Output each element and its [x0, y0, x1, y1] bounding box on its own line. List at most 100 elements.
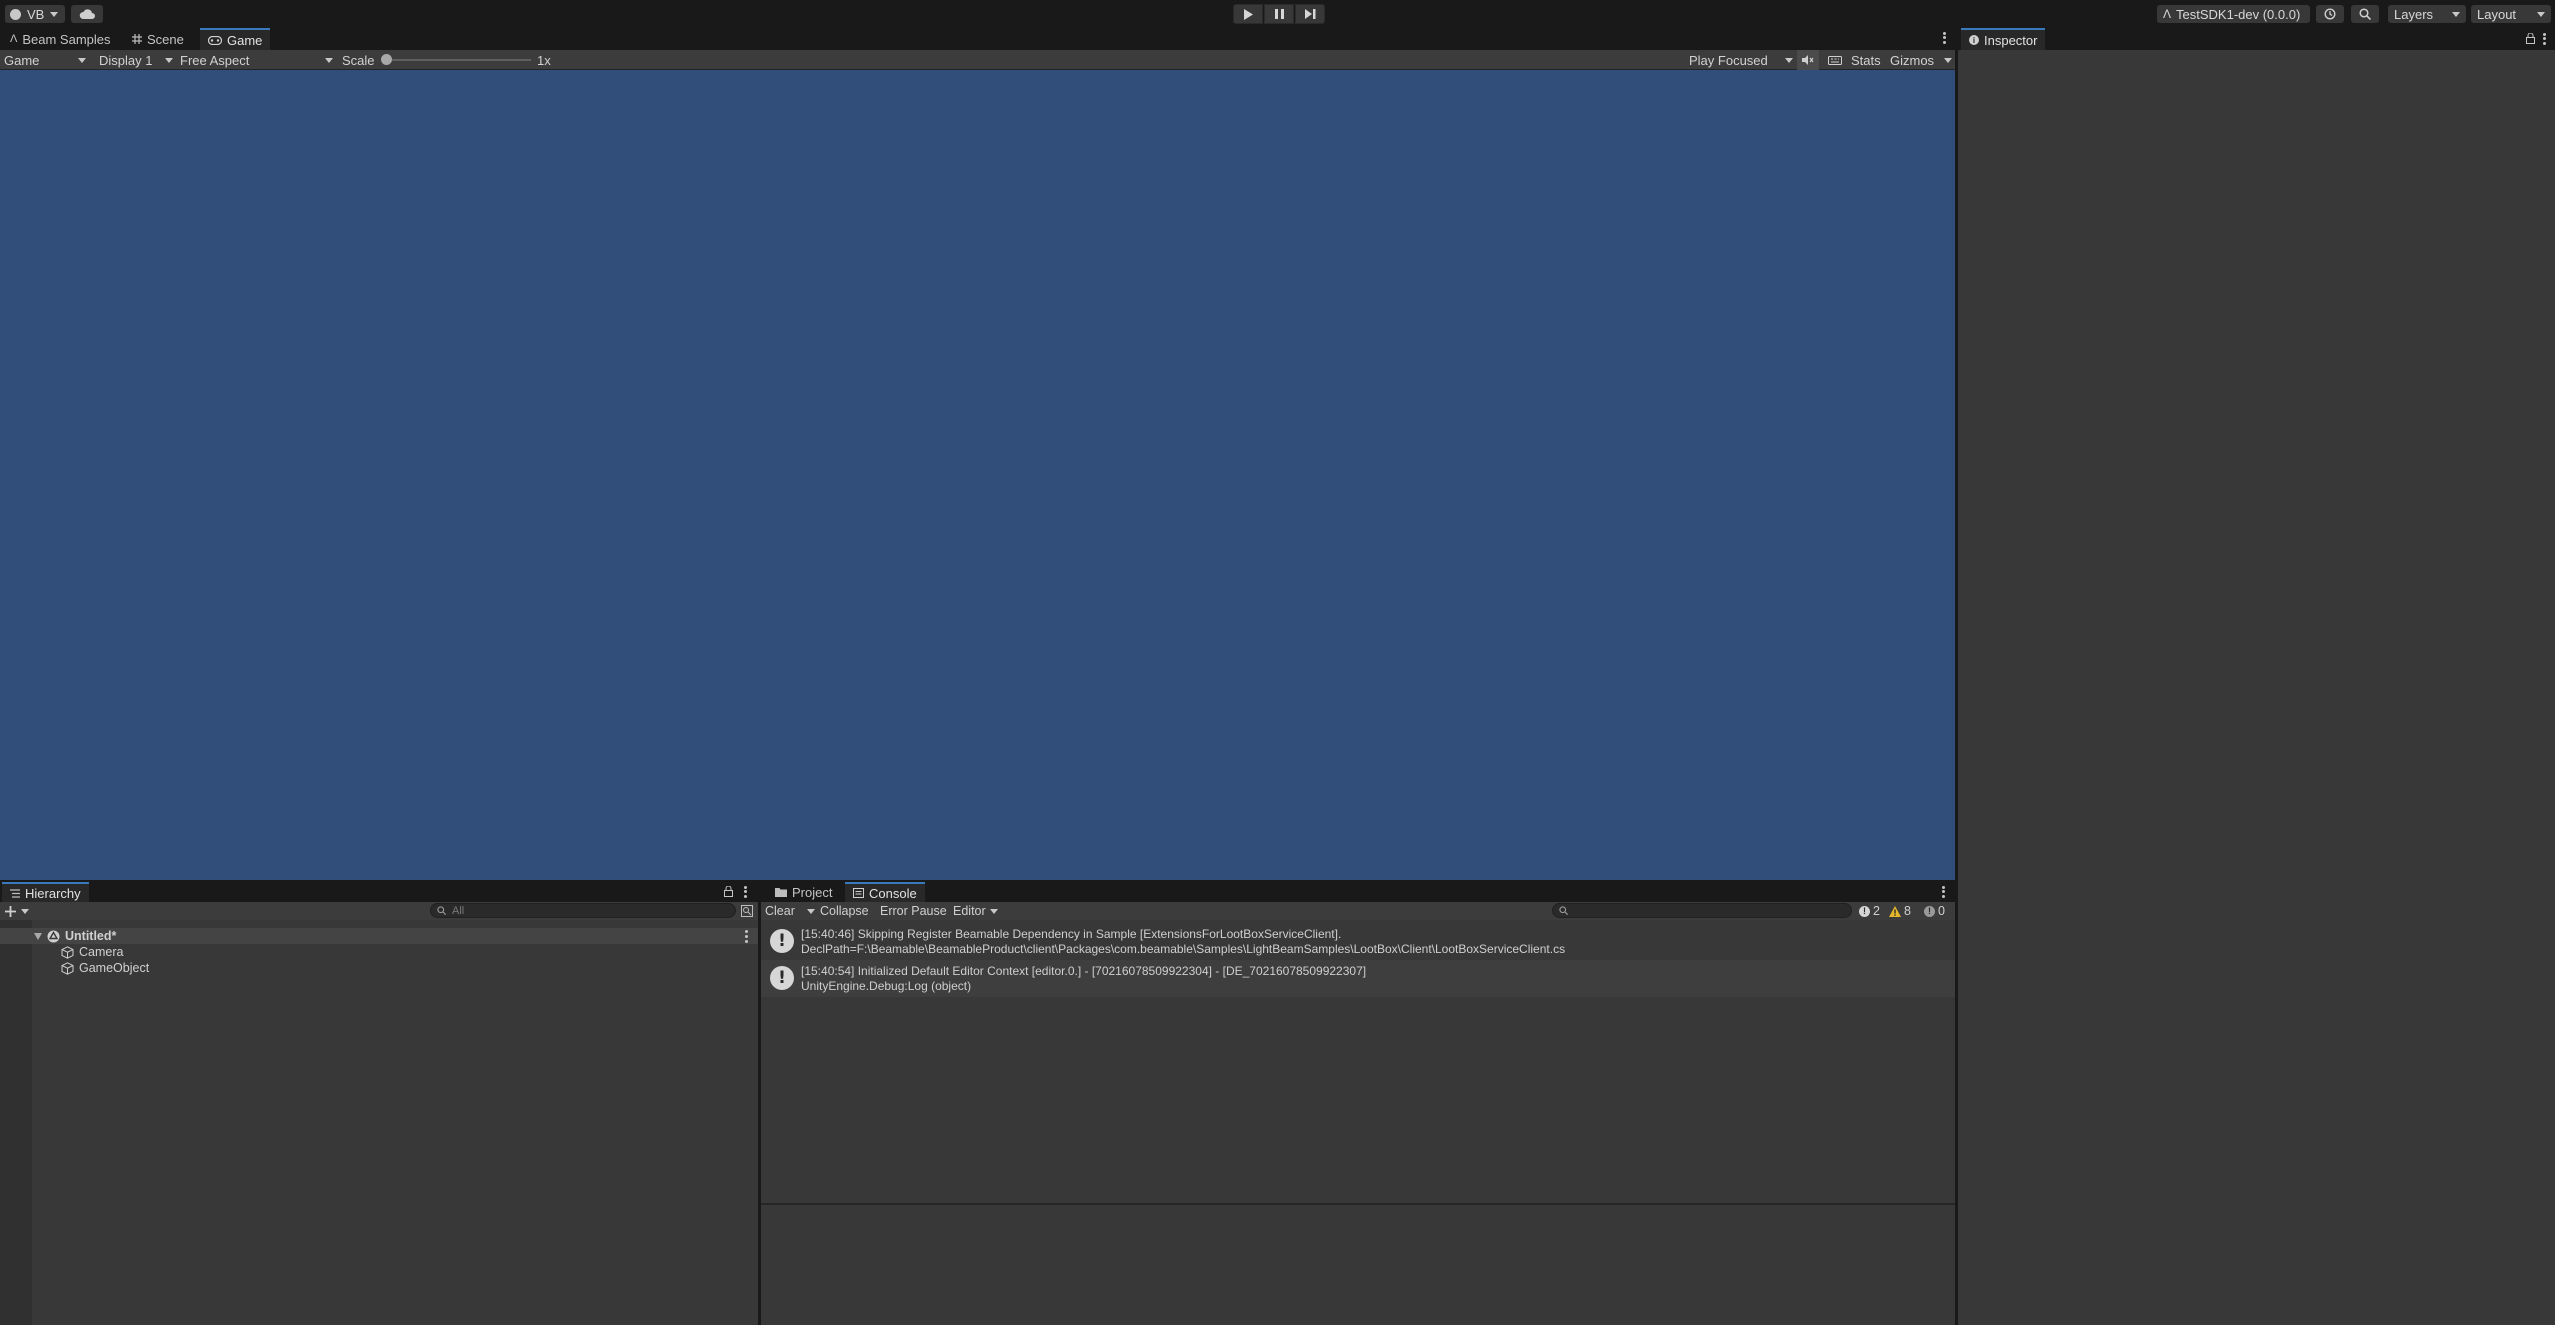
hierarchy-item-camera[interactable]: Camera	[0, 944, 758, 960]
gameobject-cube-icon	[61, 945, 74, 959]
console-detail-pane	[761, 1205, 1955, 1325]
log-info-icon: !	[770, 966, 794, 990]
speaker-mute-icon	[1802, 55, 1814, 65]
beam-icon: Λ	[2163, 7, 2172, 21]
panel-menu-icon[interactable]	[745, 929, 748, 943]
log-entry[interactable]: ! [15:40:54] Initialized Default Editor …	[761, 960, 1955, 997]
layers-label: Layers	[2394, 6, 2434, 22]
editor-dropdown[interactable]: Editor	[953, 902, 998, 920]
tab-label: Scene	[147, 31, 184, 47]
hierarchy-item-gameobject[interactable]: GameObject	[0, 960, 758, 976]
scale-value: 1x	[537, 52, 551, 68]
scale-label: Scale	[342, 52, 375, 68]
expand-arrow-icon[interactable]	[34, 932, 42, 940]
chevron-down-icon	[50, 11, 59, 17]
error-count-toggle[interactable]: ! 0	[1924, 902, 1945, 920]
display-dropdown[interactable]: Display 1	[99, 50, 173, 70]
collapse-button[interactable]: Collapse	[820, 902, 869, 920]
layout-dropdown[interactable]: Layout	[2471, 5, 2551, 23]
tab-game[interactable]: Game	[200, 28, 271, 50]
tab-label: Inspector	[1984, 32, 2038, 48]
game-mode-label: Game	[4, 52, 40, 68]
history-button[interactable]	[2316, 5, 2344, 23]
game-mode-dropdown[interactable]: Game	[4, 50, 86, 70]
list-icon	[10, 888, 20, 898]
plus-icon	[5, 905, 16, 917]
search-button[interactable]	[2351, 5, 2379, 23]
tab-label: Game	[227, 32, 263, 48]
clear-dropdown[interactable]: Clear	[765, 902, 815, 920]
panel-menu-icon[interactable]	[2542, 32, 2546, 46]
chevron-down-icon	[990, 908, 998, 914]
panel-menu-icon[interactable]	[1941, 885, 1945, 899]
project-dropdown[interactable]: Λ TestSDK1-dev (0.0.0)	[2157, 5, 2310, 23]
beam-icon: Λ	[10, 33, 18, 45]
step-button[interactable]	[1295, 4, 1325, 24]
game-panel-tabbar: Λ Beam Samples Scene Game	[0, 28, 1955, 50]
clear-label: Clear	[765, 904, 795, 918]
chevron-down-icon	[1944, 57, 1952, 63]
mute-audio-button[interactable]	[1797, 50, 1819, 70]
game-viewport[interactable]	[0, 70, 1955, 880]
chevron-down-icon	[807, 908, 815, 914]
search-icon	[1559, 906, 1568, 915]
panel-menu-icon[interactable]	[743, 885, 747, 899]
info-icon: !	[1859, 905, 1870, 917]
play-focused-dropdown[interactable]: Play Focused	[1689, 50, 1793, 70]
tab-scene[interactable]: Scene	[124, 28, 192, 50]
chevron-down-icon	[21, 908, 29, 914]
chevron-down-icon	[78, 57, 86, 63]
lock-icon[interactable]	[724, 886, 733, 897]
scene-name: Untitled*	[65, 929, 117, 943]
console-tabbar: Project Console	[761, 882, 1955, 902]
inspector-body	[1958, 50, 2555, 1325]
warning-icon	[1889, 905, 1901, 917]
error-pause-button[interactable]: Error Pause	[880, 902, 947, 920]
add-object-button[interactable]	[5, 903, 29, 919]
tab-console[interactable]: Console	[845, 882, 925, 902]
account-label: VB	[27, 6, 45, 22]
tab-label: Hierarchy	[25, 885, 81, 901]
console-toolbar: Clear Collapse Error Pause Editor ! 2 8 …	[761, 902, 1955, 920]
layout-label: Layout	[2477, 6, 2517, 22]
play-button[interactable]	[1233, 4, 1263, 24]
tab-label: Beam Samples	[22, 31, 111, 47]
step-icon	[1304, 9, 1315, 19]
panel-menu-icon[interactable]	[1940, 31, 1948, 45]
tab-beam-samples[interactable]: Λ Beam Samples	[2, 28, 119, 50]
hierarchy-tabbar: Hierarchy	[0, 882, 758, 902]
chevron-down-icon	[2452, 11, 2460, 17]
aspect-dropdown[interactable]: Free Aspect	[180, 50, 333, 70]
log-message: [15:40:46] Skipping Register Beamable De…	[801, 927, 1342, 941]
console-icon	[853, 888, 864, 898]
scale-slider-handle[interactable]	[381, 54, 392, 65]
hierarchy-gutter	[0, 920, 32, 1325]
inspector-tabbar: i Inspector	[1958, 28, 2555, 50]
scene-row[interactable]: Untitled*	[0, 928, 758, 944]
tab-inspector[interactable]: i Inspector	[1961, 28, 2046, 50]
filter-icon[interactable]	[741, 905, 753, 917]
tab-project[interactable]: Project	[767, 882, 840, 902]
hierarchy-search-input[interactable]: All	[430, 903, 736, 918]
account-dropdown[interactable]: VB	[5, 5, 65, 23]
log-detail: UnityEngine.Debug:Log (object)	[801, 979, 972, 993]
layers-dropdown[interactable]: Layers	[2388, 5, 2466, 23]
grid-icon	[132, 34, 142, 44]
scale-slider-track[interactable]	[381, 59, 531, 61]
tab-hierarchy[interactable]: Hierarchy	[2, 882, 89, 902]
stats-button[interactable]: Stats	[1851, 50, 1881, 70]
cloud-icon	[79, 9, 95, 19]
shortcuts-button[interactable]	[1824, 50, 1846, 70]
info-count-toggle[interactable]: ! 2	[1859, 902, 1880, 920]
log-entry[interactable]: ! [15:40:46] Skipping Register Beamable …	[761, 923, 1955, 960]
editor-label: Editor	[953, 904, 986, 918]
lock-icon[interactable]	[2526, 33, 2535, 44]
warning-count-toggle[interactable]: 8	[1889, 902, 1911, 920]
account-icon	[10, 8, 21, 20]
gizmos-dropdown[interactable]: Gizmos	[1890, 50, 1952, 70]
chevron-down-icon	[325, 57, 333, 63]
main-toolbar: VB Λ TestSDK1-dev (0.0.0) Layers Layout	[0, 0, 2555, 28]
console-search-input[interactable]	[1552, 903, 1852, 918]
cloud-button[interactable]	[71, 5, 103, 23]
pause-button[interactable]	[1264, 4, 1294, 24]
